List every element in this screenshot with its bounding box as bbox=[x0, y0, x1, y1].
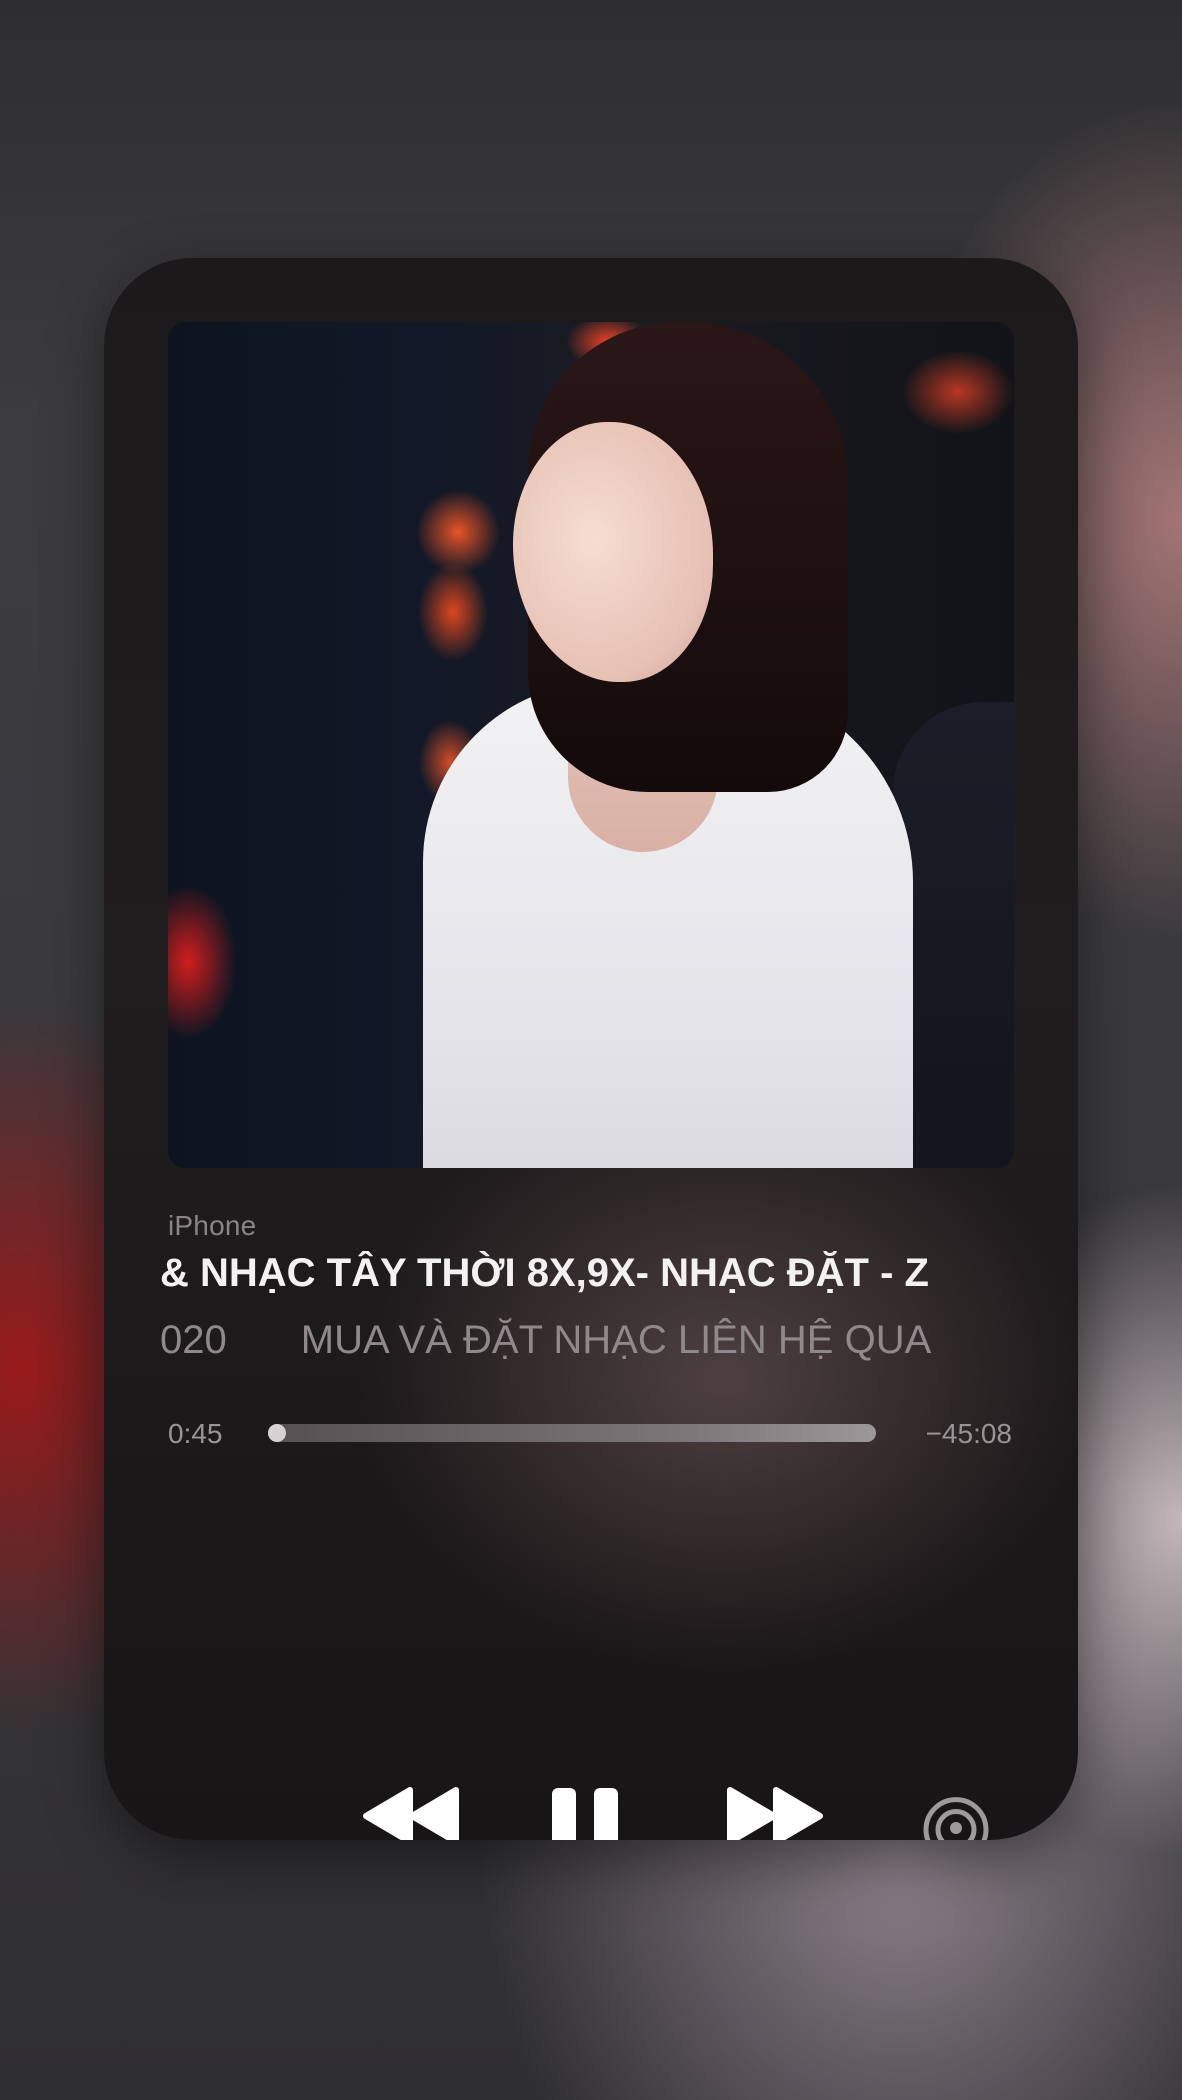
playback-progress-fill bbox=[268, 1424, 286, 1442]
playback-scrubber[interactable] bbox=[268, 1424, 876, 1442]
elapsed-time: 0:45 bbox=[168, 1418, 223, 1449]
pause-button[interactable] bbox=[550, 1786, 620, 1840]
track-title[interactable]: & NHẠC TÂY THỜI 8X,9X- NHẠC ĐẶT - Z bbox=[160, 1251, 1022, 1307]
track-subtitle-artist: MUA VÀ ĐẶT NHẠC LIÊN HỆ QUA bbox=[300, 1318, 932, 1362]
fast-forward-button[interactable] bbox=[724, 1786, 824, 1840]
now-playing-card: iPhone & NHẠC TÂY THỜI 8X,9X- NHẠC ĐẶT -… bbox=[104, 258, 1078, 1840]
fast-forward-icon bbox=[727, 1787, 823, 1840]
album-artwork[interactable] bbox=[168, 322, 1014, 1168]
track-subtitle[interactable]: 020 MUA VÀ ĐẶT NHẠC LIÊN HỆ QUA bbox=[160, 1318, 1022, 1374]
pause-icon bbox=[552, 1788, 618, 1840]
output-device-label: iPhone bbox=[168, 1210, 257, 1241]
airplay-icon bbox=[923, 1797, 989, 1840]
remaining-time: −45:08 bbox=[925, 1418, 1012, 1449]
airplay-button[interactable] bbox=[916, 1792, 996, 1840]
rewind-button[interactable] bbox=[362, 1786, 462, 1840]
track-subtitle-year: 020 bbox=[160, 1318, 227, 1362]
rewind-icon bbox=[363, 1787, 459, 1840]
